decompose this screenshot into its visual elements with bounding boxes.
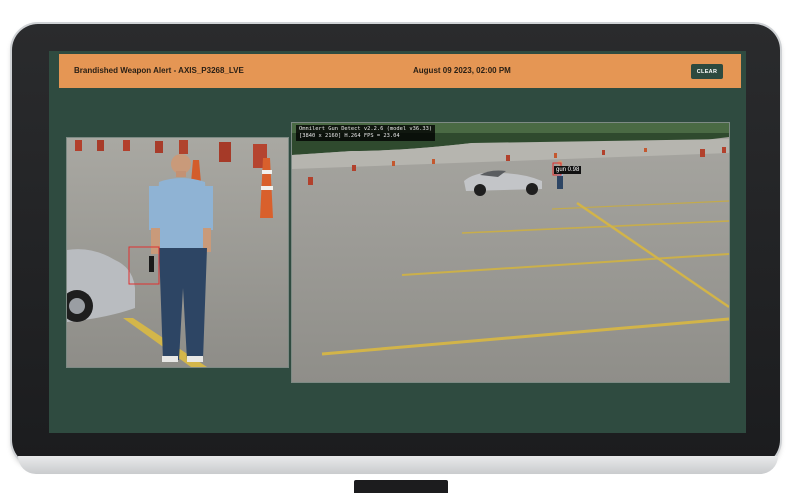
- detector-info-line1: Omnilert Gun Detect v2.2.6 (model v36.33…: [299, 126, 433, 132]
- detector-info-line2: [3840 x 2160] H.264 FPS = 23.04: [299, 133, 400, 139]
- zoomed-feed-image: [67, 138, 288, 367]
- wide-feed-image: [292, 123, 729, 382]
- detection-label: gun 0.98: [554, 166, 582, 174]
- alert-bar: Brandished Weapon Alert - AXIS_P3268_LVE…: [59, 54, 741, 88]
- clear-button[interactable]: CLEAR: [691, 64, 723, 79]
- monitor-screen: Brandished Weapon Alert - AXIS_P3268_LVE…: [49, 51, 746, 433]
- monitor-stand: [354, 480, 448, 493]
- alert-title: Brandished Weapon Alert - AXIS_P3268_LVE: [74, 66, 244, 75]
- camera-feed-zoomed[interactable]: [66, 137, 289, 368]
- alert-datetime: August 09 2023, 02:00 PM: [413, 66, 511, 75]
- camera-feed-wide[interactable]: Omnilert Gun Detect v2.2.6 (model v36.33…: [291, 122, 730, 383]
- monitor-chin: [18, 456, 778, 474]
- detector-info-overlay: Omnilert Gun Detect v2.2.6 (model v36.33…: [296, 125, 436, 141]
